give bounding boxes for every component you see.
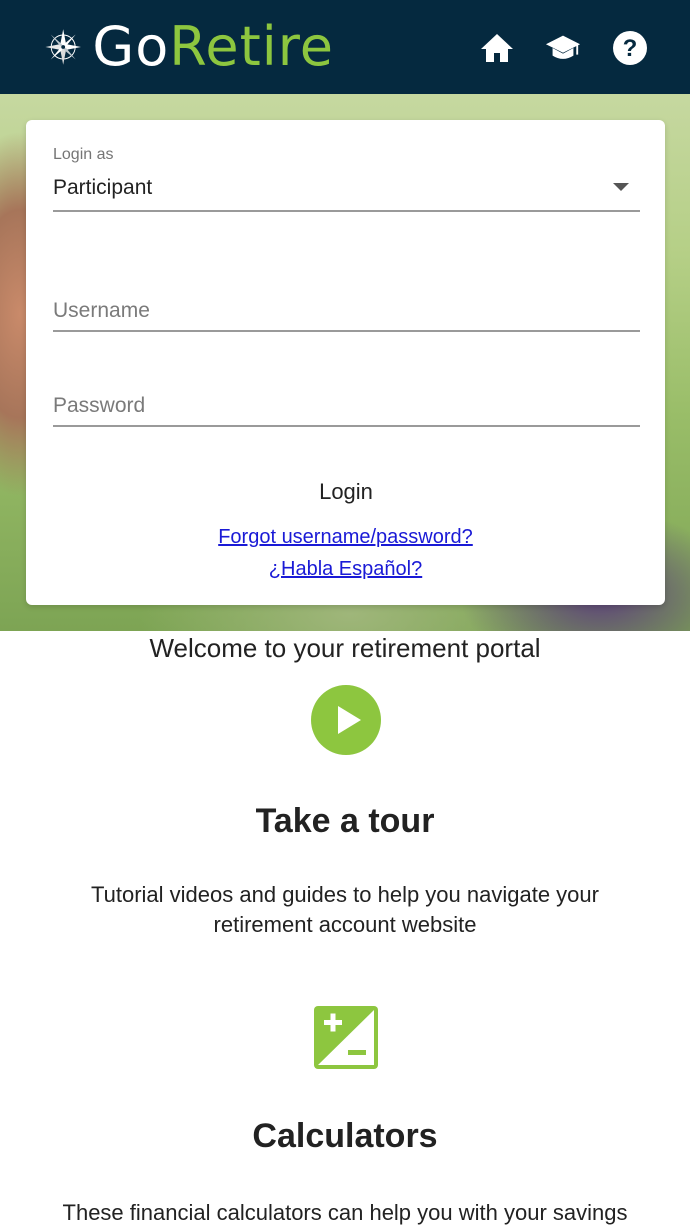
username-field-wrapper: [53, 290, 640, 332]
select-underline: [53, 210, 640, 212]
take-a-tour-description: Tutorial videos and guides to help you n…: [91, 882, 599, 937]
login-as-label: Login as: [53, 146, 114, 163]
welcome-heading: Welcome to your retirement portal: [149, 633, 541, 663]
brand-go: Go: [92, 15, 170, 78]
forgot-credentials-link[interactable]: Forgot username/password?: [26, 526, 665, 549]
dropdown-arrow-icon[interactable]: [613, 183, 629, 191]
compass-star-logo-icon: [45, 29, 81, 65]
goretire-logo[interactable]: GoRetire: [44, 8, 334, 86]
username-input[interactable]: [53, 290, 640, 332]
password-field-wrapper: [53, 385, 640, 427]
login-as-selected-value[interactable]: Participant: [53, 176, 152, 200]
calculators-title[interactable]: Calculators: [0, 1117, 690, 1156]
graduation-cap-icon[interactable]: [545, 30, 581, 66]
brand-name: GoRetire: [92, 20, 334, 74]
password-input[interactable]: [53, 385, 640, 427]
svg-text:?: ?: [623, 35, 638, 62]
spanish-language-link[interactable]: ¿Habla Español?: [26, 558, 665, 581]
login-button[interactable]: Login: [296, 472, 396, 512]
help-circle-icon[interactable]: ?: [612, 30, 648, 66]
password-underline: [53, 425, 640, 427]
play-icon[interactable]: [311, 685, 381, 755]
take-a-tour-title[interactable]: Take a tour: [0, 802, 690, 841]
home-icon[interactable]: [479, 30, 515, 66]
username-underline: [53, 330, 640, 332]
top-header: GoRetire ?: [0, 0, 690, 95]
calculators-description: These financial calculators can help you…: [62, 1200, 628, 1225]
brand-retire: Retire: [169, 15, 334, 78]
login-card: Login as Participant Login Forgot userna…: [26, 120, 665, 605]
calculator-plus-minus-icon[interactable]: [314, 1006, 378, 1069]
